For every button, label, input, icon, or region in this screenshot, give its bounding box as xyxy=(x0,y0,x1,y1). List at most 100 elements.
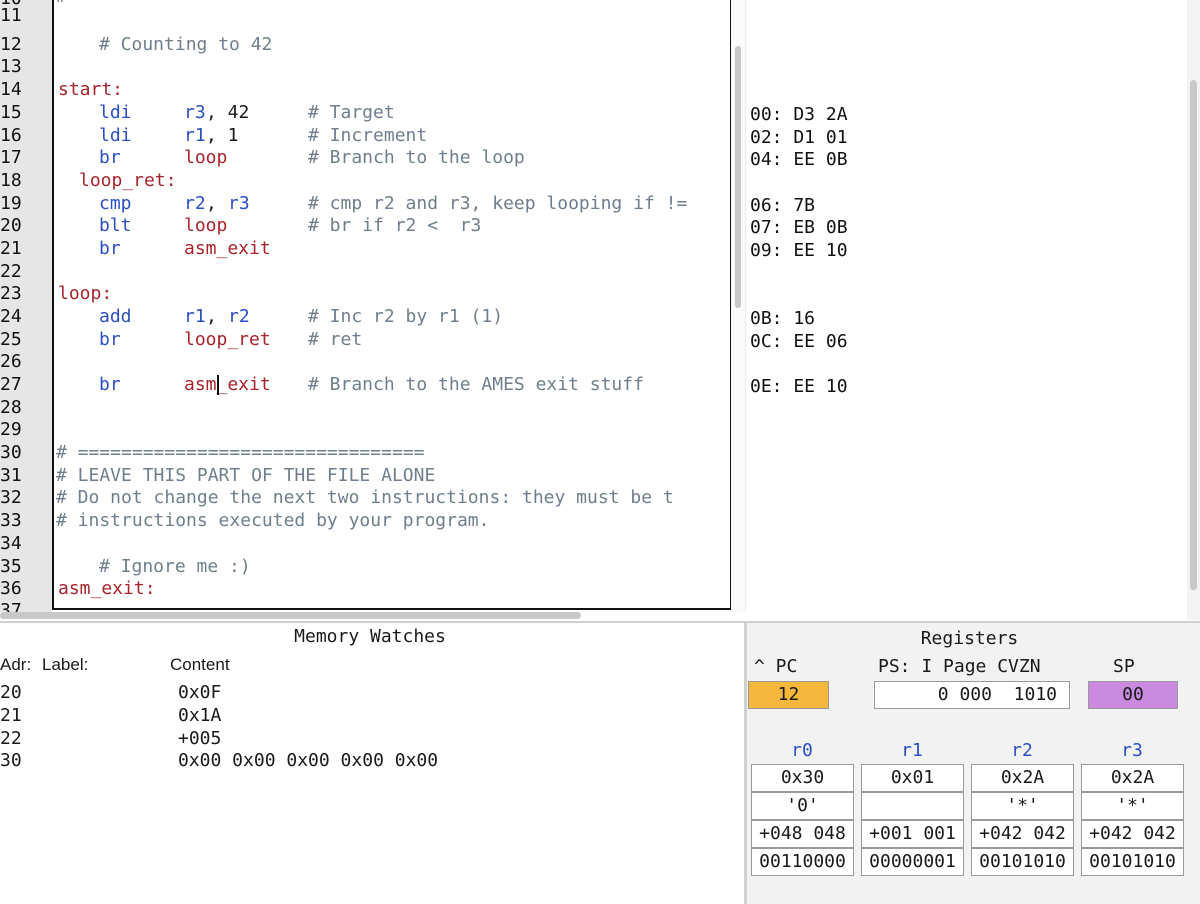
line-number: 17 xyxy=(0,147,22,168)
code-line: add r1 , r2 # Inc r2 by r1 (1) xyxy=(54,306,730,329)
code-opcode: br xyxy=(99,374,121,395)
register-r2-dec[interactable]: +042 042 xyxy=(971,820,1074,848)
code-comment: # Increment xyxy=(308,125,428,146)
machine-code-line: 0E: EE 10 xyxy=(750,376,848,397)
code-editor[interactable]: # ======================================… xyxy=(52,0,732,610)
code-comment: # Counting to 42 xyxy=(99,34,273,55)
line-number: 31 xyxy=(0,465,22,486)
editor-vertical-scroll-thumb[interactable] xyxy=(735,46,741,308)
register-name-r0: r0 xyxy=(791,740,813,761)
register-r3-bin[interactable]: 00101010 xyxy=(1081,848,1184,876)
line-number: 25 xyxy=(0,329,22,350)
code-register: r2 xyxy=(184,193,206,214)
register-name-r1: r1 xyxy=(901,740,923,761)
register-r1-hex[interactable]: 0x01 xyxy=(861,764,964,792)
line-number: 28 xyxy=(0,397,22,418)
register-r2-char[interactable]: '*' xyxy=(971,792,1074,820)
memory-watch-content[interactable]: 0x00 0x00 0x00 0x00 0x00 xyxy=(178,750,438,773)
machine-code-line: 0C: EE 06 xyxy=(750,331,848,352)
machine-code-line: 09: EE 10 xyxy=(750,240,848,261)
code-comment: # Branch to the loop xyxy=(308,147,525,168)
code-line: br asm_exit xyxy=(54,238,730,261)
code-operand: , 1 xyxy=(206,125,239,146)
memory-watch-adr[interactable]: 30 xyxy=(0,750,22,773)
memory-watch-content[interactable]: 0x0F xyxy=(178,682,221,705)
register-r1-bin[interactable]: 00000001 xyxy=(861,848,964,876)
line-number-gutter: 10 11 12 13 14 15 16 17 18 19 20 21 22 2… xyxy=(0,0,52,612)
code-branch-target: loop xyxy=(184,147,228,168)
memory-watch-adr[interactable]: 20 xyxy=(0,682,22,705)
register-r3-char[interactable]: '*' xyxy=(1081,792,1184,820)
register-r3-dec[interactable]: +042 042 xyxy=(1081,820,1184,848)
line-number: 14 xyxy=(0,79,22,100)
register-r1-dec[interactable]: +001 001 xyxy=(861,820,964,848)
line-number: 34 xyxy=(0,533,22,554)
machine-code-line: 06: 7B xyxy=(750,195,816,216)
ps-label: PS: I Page CVZN xyxy=(878,656,1041,677)
line-number: 23 xyxy=(0,283,22,304)
memory-watch-content[interactable]: 0x1A xyxy=(178,705,221,728)
memory-col-adr: Adr: xyxy=(0,655,32,674)
memory-watch-adr[interactable]: 21 xyxy=(0,705,22,728)
code-branch-target: loop_ret xyxy=(184,329,271,350)
register-r0-char[interactable]: '0' xyxy=(751,792,854,820)
line-number: 12 xyxy=(0,34,22,55)
machine-code-line: 00: D3 2A xyxy=(750,104,848,125)
code-comment: # Branch to the AMES exit stuff xyxy=(308,374,644,395)
code-register: r1 xyxy=(184,306,206,327)
pc-value-field[interactable]: 12 xyxy=(748,681,829,709)
line-number: 32 xyxy=(0,487,22,508)
ps-value-field[interactable]: 0 000 1010 xyxy=(874,681,1070,709)
code-line: ldi r1 , 1 # Increment xyxy=(54,125,730,148)
code-operand: , xyxy=(206,193,228,214)
line-number: 26 xyxy=(0,351,22,372)
code-operand: , 42 xyxy=(206,102,250,123)
line-number: 24 xyxy=(0,306,22,327)
code-comment: # ret xyxy=(308,329,363,350)
register-r0-bin[interactable]: 00110000 xyxy=(751,848,854,876)
right-vertical-scroll-thumb[interactable] xyxy=(1190,80,1197,590)
line-number: 20 xyxy=(0,215,22,236)
line-number-partial: 37 xyxy=(0,600,22,612)
memory-col-label: Label: xyxy=(42,655,89,674)
line-number: 22 xyxy=(0,261,22,282)
code-branch-target: loop xyxy=(184,215,228,236)
line-number: 33 xyxy=(0,510,22,531)
code-register: r3 xyxy=(184,102,206,123)
memory-watch-content[interactable]: +005 xyxy=(178,728,221,751)
register-r3-hex[interactable]: 0x2A xyxy=(1081,764,1184,792)
machine-code-line: 0B: 16 xyxy=(750,308,816,329)
register-name-r2: r2 xyxy=(1011,740,1033,761)
code-opcode: blt xyxy=(99,215,132,236)
line-number: 27 xyxy=(0,374,22,395)
line-number: 13 xyxy=(0,56,22,77)
code-comment: # Inc r2 by r1 (1) xyxy=(308,306,504,327)
code-label: loop: xyxy=(58,283,113,304)
code-opcode: add xyxy=(99,306,132,327)
code-opcode: br xyxy=(99,147,121,168)
machine-code-line: 02: D1 01 xyxy=(750,127,848,148)
code-line: blt loop # br if r2 < r3 xyxy=(54,215,730,238)
memory-watches-title: Memory Watches xyxy=(294,626,446,647)
register-r0-dec[interactable]: +048 048 xyxy=(751,820,854,848)
code-comment: # instructions executed by your program. xyxy=(56,510,490,531)
register-r2-hex[interactable]: 0x2A xyxy=(971,764,1074,792)
code-opcode: br xyxy=(99,329,121,350)
editor-horizontal-scroll-thumb[interactable] xyxy=(0,612,581,619)
code-register: r3 xyxy=(228,193,250,214)
sp-value-field[interactable]: 00 xyxy=(1088,681,1178,709)
line-number: 35 xyxy=(0,556,22,577)
line-number: 11 xyxy=(0,5,22,26)
code-register: r2 xyxy=(228,306,250,327)
code-line: ldi r3 , 42 # Target xyxy=(54,102,730,125)
register-r0-hex[interactable]: 0x30 xyxy=(751,764,854,792)
register-r2-bin[interactable]: 00101010 xyxy=(971,848,1074,876)
code-line: # ======================================… xyxy=(56,0,685,9)
code-line: br asm_exit # Branch to the AMES exit st… xyxy=(54,374,730,397)
code-opcode: ldi xyxy=(99,125,132,146)
memory-watch-adr[interactable]: 22 xyxy=(0,728,22,751)
machine-code-line: 04: EE 0B xyxy=(750,149,848,170)
register-r1-char[interactable] xyxy=(861,792,964,820)
machine-code-pane xyxy=(745,0,1186,612)
machine-code-line: 07: EB 0B xyxy=(750,217,848,238)
